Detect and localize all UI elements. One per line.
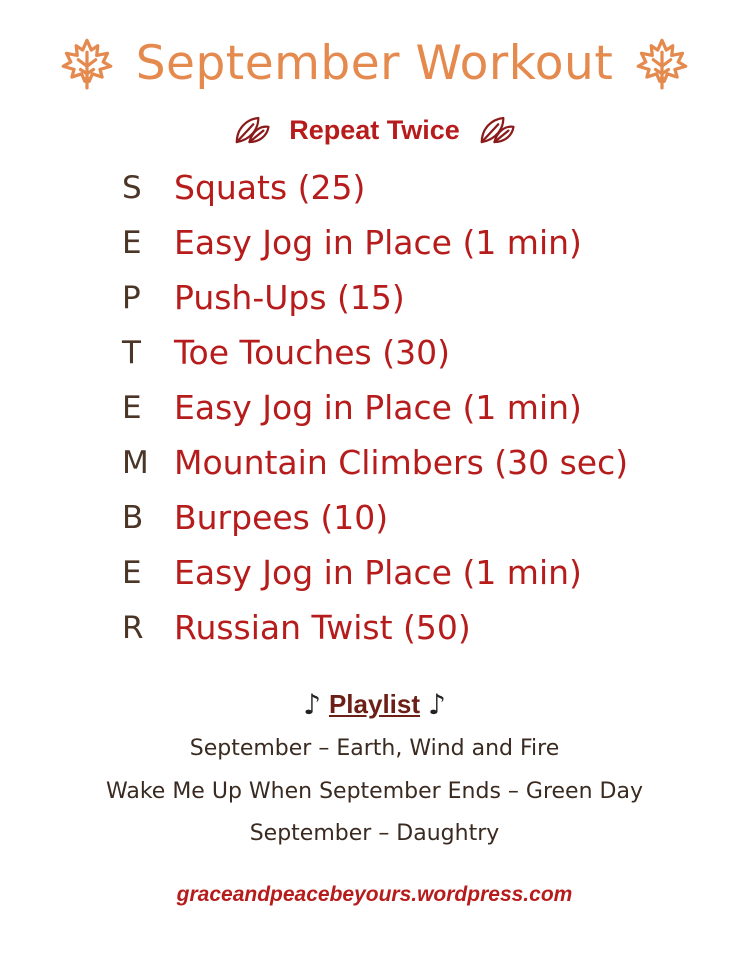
subtitle-row: Repeat Twice [0,110,749,150]
workout-row: B Burpees (10) [122,490,722,545]
exercise-label: Mountain Climbers (30 sec) [174,443,629,482]
exercise-label: Squats (25) [174,168,366,207]
maple-leaf-icon [636,38,688,90]
music-note-icon: ♪ [303,687,321,721]
acrostic-letter: P [122,279,141,316]
exercise-label: Russian Twist (50) [174,608,471,647]
playlist-heading: ♪ Playlist ♪ [0,684,749,724]
workout-list: S Squats (25) E Easy Jog in Place (1 min… [122,160,722,655]
maple-leaf-icon [61,38,113,90]
playlist-title: Playlist [328,688,421,719]
acrostic-letter: S [122,169,142,206]
workout-row: E Easy Jog in Place (1 min) [122,545,722,600]
acrostic-letter: R [122,609,144,646]
exercise-label: Toe Touches (30) [174,333,450,372]
footer-url[interactable]: graceandpeacebeyours.wordpress.com [0,883,749,907]
workout-row: E Easy Jog in Place (1 min) [122,380,722,435]
exercise-label: Easy Jog in Place (1 min) [174,553,582,592]
workout-row: M Mountain Climbers (30 sec) [122,435,722,490]
repeat-instruction: Repeat Twice [289,114,460,145]
workout-row: E Easy Jog in Place (1 min) [122,215,722,270]
page-title: September Workout [135,35,614,91]
exercise-label: Easy Jog in Place (1 min) [174,388,582,427]
exercise-label: Burpees (10) [174,498,389,537]
autumn-leaf-icon [235,116,270,144]
acrostic-letter: T [122,334,141,371]
workout-row: T Toe Touches (30) [122,325,722,380]
acrostic-letter: E [122,389,142,426]
workout-row: S Squats (25) [122,160,722,215]
workout-row: P Push-Ups (15) [122,270,722,325]
music-note-icon: ♪ [428,687,446,721]
title-row: September Workout [0,28,749,98]
exercise-label: Push-Ups (15) [174,278,405,317]
playlist-song: September – Earth, Wind and Fire [189,736,560,761]
playlist-song: Wake Me Up When September Ends – Green D… [106,779,643,804]
acrostic-letter: M [122,444,149,481]
playlist-song: September – Daughtry [249,821,500,846]
workout-row: R Russian Twist (50) [122,600,722,655]
autumn-leaf-icon [480,116,515,144]
acrostic-letter: E [122,224,142,261]
acrostic-letter: E [122,554,142,591]
exercise-label: Easy Jog in Place (1 min) [174,223,582,262]
acrostic-letter: B [122,499,144,536]
